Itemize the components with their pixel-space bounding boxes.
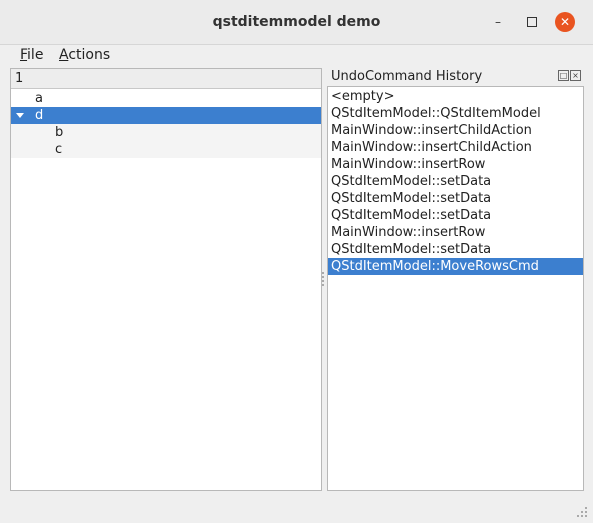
tree-row-b[interactable]: b	[11, 124, 321, 141]
tree-header-column[interactable]: 1	[11, 69, 321, 89]
menu-bar: File Actions	[0, 45, 593, 67]
list-item[interactable]: MainWindow::insertRow	[328, 224, 583, 241]
list-item[interactable]: MainWindow::insertRow	[328, 156, 583, 173]
status-bar	[0, 493, 593, 523]
list-item[interactable]: QStdItemModel::setData	[328, 207, 583, 224]
splitter-handle[interactable]	[322, 270, 325, 290]
maximize-button[interactable]	[523, 13, 541, 31]
close-button[interactable]: ✕	[555, 12, 575, 32]
dock-title-bar[interactable]: UndoCommand History □ ×	[329, 68, 583, 86]
list-item-selected[interactable]: QStdItemModel::MoveRowsCmd	[328, 258, 583, 275]
menu-actions[interactable]: Actions	[59, 47, 110, 63]
maximize-icon	[527, 17, 537, 27]
tree-row-d[interactable]: d	[11, 107, 321, 124]
list-item[interactable]: MainWindow::insertChildAction	[328, 139, 583, 156]
list-item[interactable]: MainWindow::insertChildAction	[328, 122, 583, 139]
float-icon[interactable]: □	[558, 70, 569, 81]
tree-row-c[interactable]: c	[11, 141, 321, 158]
dock-close-icon[interactable]: ×	[570, 70, 581, 81]
list-item[interactable]: QStdItemModel::QStdItemModel	[328, 105, 583, 122]
minimize-icon: –	[495, 15, 501, 29]
undo-history-list[interactable]: <empty> QStdItemModel::QStdItemModel Mai…	[327, 86, 584, 491]
close-icon: ✕	[559, 15, 571, 29]
expand-arrow-icon[interactable]	[16, 113, 24, 118]
list-item[interactable]: QStdItemModel::setData	[328, 173, 583, 190]
menu-file[interactable]: File	[20, 47, 43, 63]
dock-title: UndoCommand History	[331, 69, 483, 84]
minimize-button[interactable]: –	[489, 13, 507, 31]
tree-view[interactable]: 1 a d b c	[10, 68, 322, 491]
title-bar[interactable]: qstditemmodel demo – ✕	[0, 0, 593, 45]
list-item[interactable]: QStdItemModel::setData	[328, 241, 583, 258]
main-window: qstditemmodel demo – ✕ File Actions 1 a …	[0, 0, 593, 523]
list-item[interactable]: <empty>	[328, 88, 583, 105]
list-item[interactable]: QStdItemModel::setData	[328, 190, 583, 207]
tree-row-a[interactable]: a	[11, 90, 321, 107]
size-grip[interactable]	[577, 507, 587, 517]
